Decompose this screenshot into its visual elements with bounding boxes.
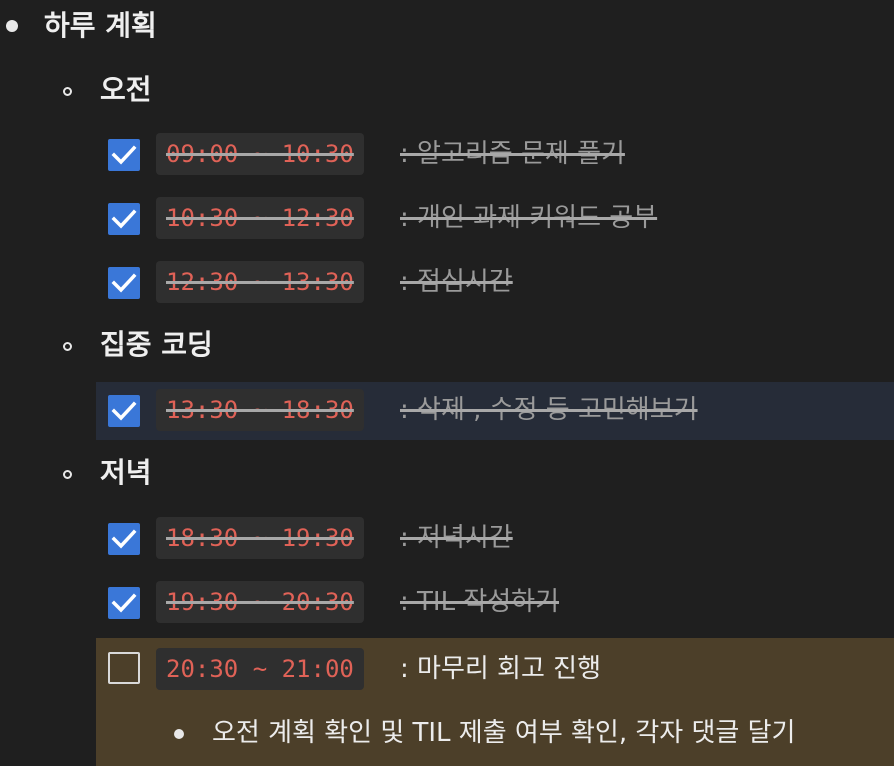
section-heading: 저녁: [100, 456, 152, 489]
task-row: 13:30 ~ 18:30 : 삭제 , 수정 등 고민해보기: [96, 382, 894, 440]
task-row: 18:30 ~ 19:30 : 저녁시간: [96, 510, 894, 568]
checkbox-checked[interactable]: [108, 523, 140, 555]
task-text: : 마무리 회고 진행: [400, 654, 601, 684]
time-range: 20:30 ~ 21:00: [156, 648, 364, 690]
task-text: : 저녁시간: [400, 523, 513, 553]
bullet-disc-icon: [174, 729, 184, 739]
time-range: 18:30 ~ 19:30: [156, 517, 364, 559]
title-row: 하루 계획: [0, 0, 894, 64]
section-heading: 오전: [100, 73, 152, 106]
section-morning: 오전: [0, 64, 894, 128]
sub-note-row: 오전 계획 확인 및 TIL 제출 여부 확인, 각자 댓글 달기: [96, 702, 894, 766]
task-row: 12:30 ~ 13:30 : 점심시간: [96, 254, 894, 312]
checkbox-checked[interactable]: [108, 395, 140, 427]
task-row: 09:00 ~ 10:30 : 알고리즘 문제 풀기: [96, 126, 894, 184]
task-text: : 점심시간: [400, 267, 513, 297]
section-heading: 집중 코딩: [100, 328, 213, 361]
section-evening: 저녁: [0, 446, 894, 510]
time-range: 19:30 ~ 20:30: [156, 581, 364, 623]
check-icon: [111, 209, 137, 229]
check-icon: [111, 273, 137, 293]
time-range: 09:00 ~ 10:30: [156, 133, 364, 175]
task-row: 19:30 ~ 20:30 : TIL 작성하기: [96, 574, 894, 632]
check-icon: [111, 145, 137, 165]
page-title: 하루 계획: [44, 9, 157, 42]
daily-plan-page: 하루 계획 오전 09:00 ~ 10:30 : 알고리즘 문제 풀기 10:3…: [0, 0, 894, 766]
section-focus-coding: 집중 코딩: [0, 318, 894, 382]
task-text: : 알고리즘 문제 풀기: [400, 139, 625, 169]
checkbox-checked[interactable]: [108, 139, 140, 171]
task-text: : TIL 작성하기: [400, 587, 560, 617]
time-range: 10:30 ~ 12:30: [156, 197, 364, 239]
task-text: : 개인 과제 키워드 공부: [400, 203, 658, 233]
bullet-circle-icon: [63, 87, 72, 96]
bullet-circle-icon: [63, 470, 72, 479]
checkbox-checked[interactable]: [108, 587, 140, 619]
bullet-disc-icon: [6, 20, 18, 32]
time-range: 12:30 ~ 13:30: [156, 261, 364, 303]
sub-note-text: 오전 계획 확인 및 TIL 제출 여부 확인, 각자 댓글 달기: [212, 718, 796, 748]
time-range: 13:30 ~ 18:30: [156, 389, 364, 431]
check-icon: [111, 401, 137, 421]
task-row: 20:30 ~ 21:00 : 마무리 회고 진행: [96, 638, 894, 702]
task-row: 10:30 ~ 12:30 : 개인 과제 키워드 공부: [96, 190, 894, 248]
check-icon: [111, 529, 137, 549]
bullet-circle-icon: [63, 342, 72, 351]
task-text: : 삭제 , 수정 등 고민해보기: [400, 395, 698, 425]
checkbox-unchecked[interactable]: [108, 652, 140, 684]
checkbox-checked[interactable]: [108, 203, 140, 235]
check-icon: [111, 593, 137, 613]
checkbox-checked[interactable]: [108, 267, 140, 299]
